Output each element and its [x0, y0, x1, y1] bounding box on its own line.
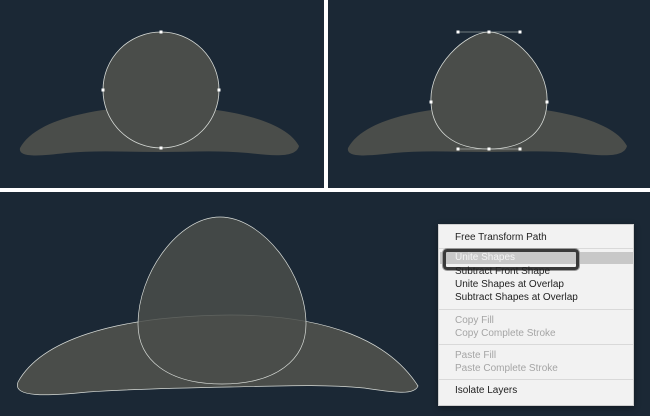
canvas-circle-drawing	[19, 30, 300, 156]
anchor-point-bottom[interactable]	[487, 147, 491, 151]
menu-item-subtract-front-shape[interactable]: Subtract Front Shape	[455, 266, 550, 278]
menu-separator	[439, 344, 633, 345]
handle-point[interactable]	[456, 147, 460, 151]
menu-separator	[439, 309, 633, 310]
menu-item-subtract-shapes-at-overlap[interactable]: Subtract Shapes at Overlap	[455, 292, 578, 304]
handle-point[interactable]	[456, 30, 460, 34]
menu-item-copy-fill: Copy Fill	[455, 315, 494, 326]
menu-item-isolate-layers[interactable]: Isolate Layers	[455, 385, 517, 397]
canvas-panel-zoomed[interactable]: Free Transform Path Unite Shapes Subtrac…	[0, 192, 650, 416]
canvas-panel-egg[interactable]	[328, 0, 650, 188]
menu-item-paste-fill: Paste Fill	[455, 350, 497, 361]
anchor-point-left[interactable]	[101, 88, 105, 92]
anchor-point-bottom[interactable]	[159, 146, 163, 150]
handle-point[interactable]	[518, 30, 522, 34]
handle-point[interactable]	[518, 147, 522, 151]
menu-item-paste-complete-stroke: Paste Complete Stroke	[455, 363, 558, 374]
anchor-point-right[interactable]	[545, 100, 549, 104]
canvas-panel-circle[interactable]	[0, 0, 324, 188]
egg-shape[interactable]	[137, 216, 307, 385]
circle-shape[interactable]	[102, 31, 220, 149]
anchor-point-right[interactable]	[217, 88, 221, 92]
anchor-point-top[interactable]	[487, 30, 491, 34]
menu-item-unite-shapes-at-overlap[interactable]: Unite Shapes at Overlap	[455, 279, 564, 291]
menu-item-copy-complete-stroke: Copy Complete Stroke	[455, 328, 556, 339]
egg-shape[interactable]	[430, 31, 548, 150]
canvas-egg-drawing	[347, 30, 627, 156]
context-menu: Free Transform Path Unite Shapes Subtrac…	[438, 224, 634, 406]
menu-separator	[439, 379, 633, 380]
menu-item-free-transform-path[interactable]: Free Transform Path	[455, 232, 547, 244]
anchor-point-top[interactable]	[159, 30, 163, 34]
anchor-point-left[interactable]	[429, 100, 433, 104]
